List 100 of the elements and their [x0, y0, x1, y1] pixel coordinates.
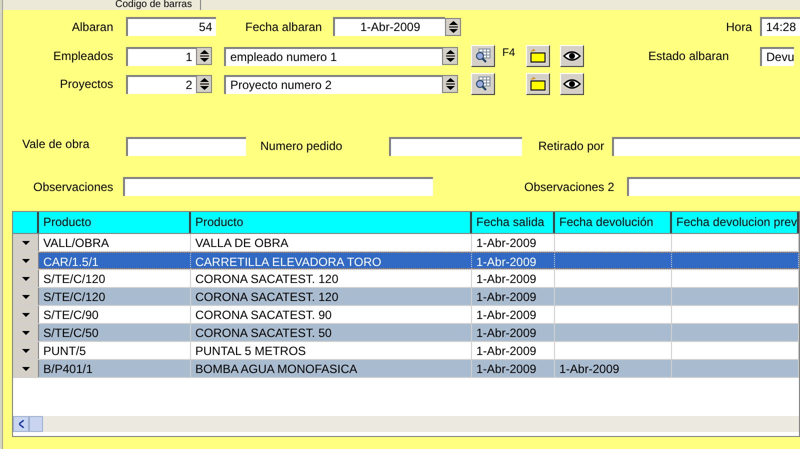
spinner-button[interactable]	[442, 75, 458, 93]
table-cell: S/TE/C/120	[39, 288, 192, 305]
icon-button[interactable]	[526, 73, 550, 95]
caret-icon	[22, 240, 30, 244]
caret-icon	[22, 294, 30, 298]
icon-button[interactable]	[560, 73, 584, 95]
input-field[interactable]: 2	[126, 74, 196, 94]
field-label: Empleados	[52, 48, 114, 65]
field-label: Observaciones 2	[524, 178, 616, 196]
scrollbar-thumb[interactable]	[29, 416, 44, 432]
icon-button[interactable]	[471, 73, 496, 95]
table-row[interactable]: VALL/OBRA VALLA DE OBRA 1-Abr-2009	[13, 234, 799, 252]
table-cell: CAR/1.5/1	[39, 252, 192, 269]
row-menu-button[interactable]	[13, 324, 40, 341]
icon-button[interactable]	[526, 45, 550, 67]
icon-button[interactable]	[560, 45, 584, 67]
eye-icon	[563, 51, 582, 61]
row-menu-button[interactable]	[13, 342, 40, 359]
table-cell: S/TE/C/50	[39, 324, 192, 341]
column-header[interactable]: Producto	[191, 212, 472, 233]
column-header[interactable]: Fecha devolucion prev	[672, 212, 799, 233]
caret-icon	[22, 312, 30, 316]
horizontal-scrollbar[interactable]	[13, 416, 799, 432]
field-label: Retirado por	[537, 138, 606, 155]
field-label: Hora	[726, 18, 752, 36]
spinner-button[interactable]	[196, 75, 212, 93]
table-cell: 1-Abr-2009	[472, 234, 556, 251]
field-label: Albaran	[70, 18, 114, 36]
table-row[interactable]: S/TE/C/120 CORONA SACATEST. 120 1-Abr-2009	[13, 270, 799, 288]
field-label: Estado albaran	[648, 48, 730, 65]
table-row[interactable]: S/TE/C/90 CORONA SACATEST. 90 1-Abr-2009	[13, 306, 799, 324]
table-cell: 1-Abr-2009	[555, 360, 672, 377]
column-header[interactable]: Fecha devolución	[555, 212, 672, 233]
row-menu-button[interactable]	[13, 288, 40, 305]
table-row[interactable]: B/P401/1 BOMBA AGUA MONOFASICA 1-Abr-2009 1-Abr-2009	[13, 360, 799, 378]
row-menu-button[interactable]	[13, 234, 40, 251]
field-label: Numero pedido	[259, 138, 344, 155]
row-menu-button[interactable]	[13, 270, 40, 287]
input-field[interactable]: 54	[126, 17, 216, 36]
table-cell: BOMBA AGUA MONOFASICA	[191, 360, 472, 377]
header-cell	[13, 212, 40, 233]
input-field[interactable]	[389, 136, 522, 156]
table-cell: 1-Abr-2009	[472, 306, 556, 323]
row-menu-button[interactable]	[13, 360, 40, 377]
table-cell: CORONA SACATEST. 50	[191, 324, 472, 341]
row-menu-button[interactable]	[13, 252, 40, 269]
table-row[interactable]: PUNT/5 PUNTAL 5 METROS 1-Abr-2009	[13, 342, 799, 360]
table-cell: CORONA SACATEST. 120	[191, 270, 472, 287]
input-field[interactable]: Devu	[760, 46, 794, 66]
column-header[interactable]: Producto	[39, 212, 192, 233]
input-field[interactable]: 1	[126, 46, 196, 66]
field-label: Vale de obra	[21, 136, 90, 153]
new-folder-icon	[530, 49, 546, 63]
field-label: Fecha albaran	[245, 18, 323, 36]
eye-icon	[563, 79, 582, 89]
table-cell: 1-Abr-2009	[472, 342, 556, 359]
table-cell: 1-Abr-2009	[472, 324, 556, 341]
table-cell: S/TE/C/120	[39, 270, 192, 287]
table-cell: PUNTAL 5 METROS	[191, 342, 472, 359]
table-cell: CORONA SACATEST. 120	[191, 288, 472, 305]
table-row[interactable]: CAR/1.5/1 CARRETILLA ELEVADORA TORO 1-Abr-2009	[13, 252, 799, 270]
column-header[interactable]: Fecha salida	[472, 212, 556, 233]
scroll-left-button[interactable]	[13, 416, 30, 432]
input-field[interactable]: empleado numero 1	[224, 46, 442, 66]
table-cell: B/P401/1	[39, 360, 192, 377]
shortcut-label: F4	[501, 46, 516, 61]
caret-icon	[22, 366, 30, 370]
table-row[interactable]: S/TE/C/120 CORONA SACATEST. 120 1-Abr-2009	[13, 288, 799, 306]
table-cell: 1-Abr-2009	[472, 288, 556, 305]
table-cell: 1-Abr-2009	[472, 252, 556, 269]
caret-icon	[22, 258, 30, 262]
table-cell: S/TE/C/90	[39, 306, 192, 323]
table-cell: CORONA SACATEST. 90	[191, 306, 472, 323]
input-field[interactable]: 1-Abr-2009	[333, 17, 446, 36]
input-field[interactable]: Proyecto numero 2	[224, 74, 442, 94]
caret-icon	[22, 348, 30, 352]
input-field[interactable]	[126, 136, 246, 156]
caret-icon	[22, 330, 30, 334]
table-cell: 1-Abr-2009	[472, 360, 556, 377]
table-cell: VALL/OBRA	[39, 234, 192, 251]
spinner-button[interactable]	[196, 47, 212, 65]
field-label: Proyectos	[58, 76, 114, 93]
table-row[interactable]: S/TE/C/50 CORONA SACATEST. 50 1-Abr-2009	[13, 324, 799, 342]
table-search-icon	[475, 76, 492, 92]
input-field[interactable]	[123, 177, 434, 196]
table-cell: VALLA DE OBRA	[191, 234, 472, 251]
row-menu-button[interactable]	[13, 306, 40, 323]
input-field[interactable]	[612, 136, 800, 156]
table-search-icon	[475, 48, 492, 64]
field-label: Observaciones	[32, 178, 114, 196]
table-cell: CARRETILLA ELEVADORA TORO	[191, 252, 472, 269]
input-field[interactable]	[627, 177, 800, 196]
caret-icon	[22, 276, 30, 280]
table-cell: 1-Abr-2009	[472, 270, 556, 287]
spinner-button[interactable]	[442, 47, 458, 65]
input-field[interactable]: 14:28	[760, 17, 800, 36]
table-cell: PUNT/5	[39, 342, 192, 359]
icon-button[interactable]	[471, 45, 496, 67]
spinner-button[interactable]	[445, 18, 462, 36]
new-folder-icon	[530, 77, 546, 91]
